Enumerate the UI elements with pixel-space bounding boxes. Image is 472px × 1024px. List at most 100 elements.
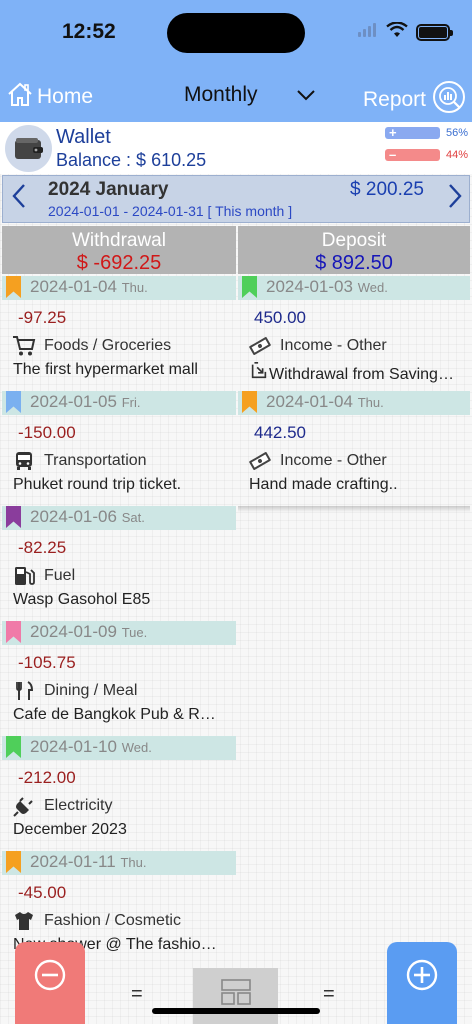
entry-category: Fashion / Cosmetic: [2, 907, 236, 934]
deposit-total: $ 892.50: [315, 252, 393, 274]
withdrawal-total: $ -692.25: [76, 252, 162, 274]
entry-category-label: Foods / Groceries: [44, 336, 172, 354]
entry-date: 2024-01-09 Tue.: [30, 622, 147, 642]
wallet-summary[interactable]: Wallet Balance : $ 610.25 + 56% – 44%: [0, 122, 472, 174]
transaction-entry[interactable]: 2024-01-09 Tue. -105.75 Dining / Meal Cafe …: [2, 621, 236, 734]
income-ratio: + 56%: [384, 125, 468, 140]
entry-date-value: 2024-01-06: [30, 507, 117, 526]
entry-day-of-week: Tue.: [121, 625, 148, 640]
cart-icon: [12, 335, 36, 357]
entry-date: 2024-01-11 Thu.: [30, 852, 146, 872]
entry-date: 2024-01-05 Fri.: [30, 392, 140, 412]
transaction-entry[interactable]: 2024-01-06 Sat. -82.25 Fuel Wasp Gasohol E8…: [2, 506, 236, 619]
entry-amount: -105.75: [18, 653, 76, 672]
layout-toggle-button[interactable]: [193, 968, 278, 1024]
entry-note-text: Phuket round trip ticket.: [13, 476, 182, 493]
withdrawal-title: Withdrawal: [72, 230, 166, 251]
bookmark-icon: [6, 851, 21, 873]
entry-note-text: December 2023: [13, 821, 127, 838]
list-end-shadow: [238, 506, 470, 512]
entry-date: 2024-01-04 Thu.: [266, 392, 384, 412]
month-title: 2024 January: [48, 179, 169, 200]
chevron-down-icon: [296, 83, 316, 107]
date-bar: 2024-01-05 Fri.: [2, 391, 236, 415]
month-total: $ 200.25: [350, 179, 424, 200]
income-ratio-bar: +: [384, 125, 440, 140]
expense-percent: 44%: [445, 149, 468, 161]
bookmark-icon: [6, 621, 21, 643]
add-deposit-button[interactable]: [387, 942, 457, 1024]
minus-circle-icon: [33, 958, 67, 1024]
fork-knife-icon: [12, 680, 36, 702]
shirt-icon: [12, 910, 36, 932]
entry-category-label: Dining / Meal: [44, 681, 138, 699]
entry-amount: -82.25: [18, 538, 67, 557]
entry-amount: -97.25: [18, 308, 67, 327]
entry-note-text: Cafe de Bangkok Pub & R…: [13, 706, 216, 723]
expense-ratio: – 44%: [384, 147, 468, 162]
entry-category: Foods / Groceries: [2, 332, 236, 359]
home-indicator: [152, 1008, 320, 1014]
transaction-entry[interactable]: 2024-01-03 Wed. 450.00 Income - Other Withd…: [238, 276, 470, 389]
entry-date-value: 2024-01-04: [30, 277, 117, 296]
report-button[interactable]: Report: [363, 80, 466, 120]
entry-date-value: 2024-01-09: [30, 622, 117, 641]
entry-note: Cafe de Bangkok Pub & R…: [2, 704, 236, 734]
entry-category-label: Fuel: [44, 566, 76, 584]
wallet-balance: Balance : $ 610.25: [56, 150, 207, 170]
entry-day-of-week: Wed.: [357, 280, 388, 295]
entry-note-text: The first hypermarket mall: [13, 361, 198, 378]
money-icon: [248, 335, 272, 357]
period-dropdown[interactable]: Monthly: [184, 83, 316, 107]
entry-day-of-week: Sat.: [121, 510, 145, 525]
plus-circle-icon: [405, 958, 439, 1024]
report-chart-icon: [432, 80, 466, 120]
transaction-entry[interactable]: 2024-01-04 Thu. -97.25 Foods / Groceries Th…: [2, 276, 236, 389]
home-icon: [6, 80, 34, 114]
entry-category-label: Electricity: [44, 796, 113, 814]
entry-date-value: 2024-01-10: [30, 737, 117, 756]
battery-icon: [416, 24, 453, 41]
separator-left: =: [131, 983, 143, 1005]
entry-category-label: Transportation: [44, 451, 147, 469]
entry-category: Income - Other: [238, 447, 470, 474]
entry-category: Electricity: [2, 792, 236, 819]
entry-day-of-week: Thu.: [120, 855, 147, 870]
bookmark-icon: [6, 736, 21, 758]
entry-category: Dining / Meal: [2, 677, 236, 704]
date-bar: 2024-01-09 Tue.: [2, 621, 236, 645]
next-month-button[interactable]: [447, 183, 463, 216]
report-label: Report: [362, 88, 426, 111]
month-range[interactable]: 2024-01-01 - 2024-01-31 [ This month ]: [48, 203, 292, 219]
wallet-name: Wallet: [56, 126, 111, 148]
add-withdrawal-button[interactable]: [15, 942, 85, 1024]
entry-amount: 450.00: [254, 308, 306, 327]
money-icon: [248, 450, 272, 472]
date-bar: 2024-01-04 Thu.: [2, 276, 236, 300]
nav-bar: Home Monthly Report: [0, 76, 472, 122]
bus-icon: [12, 450, 36, 472]
entry-note: December 2023: [2, 819, 236, 849]
entry-note: The first hypermarket mall: [2, 359, 236, 389]
date-bar: 2024-01-04 Thu.: [238, 391, 470, 415]
bookmark-icon: [242, 276, 257, 298]
date-bar: 2024-01-06 Sat.: [2, 506, 236, 530]
transaction-entry[interactable]: 2024-01-04 Thu. 442.50 Income - Other Hand …: [238, 391, 470, 504]
entry-note: Hand made crafting..: [238, 474, 470, 504]
entry-amount: -212.00: [18, 768, 76, 787]
transaction-entry[interactable]: 2024-01-05 Fri. -150.00 Transportation Phuk…: [2, 391, 236, 504]
entry-note-text: Hand made crafting..: [249, 476, 398, 493]
previous-month-button[interactable]: [11, 183, 27, 216]
deposit-list: 2024-01-03 Wed. 450.00 Income - Other Withd…: [238, 276, 470, 504]
entry-date-value: 2024-01-05: [30, 392, 117, 411]
bookmark-icon: [6, 276, 21, 298]
status-time: 12:52: [62, 20, 116, 43]
home-button[interactable]: Home: [6, 80, 93, 114]
entry-category: Fuel: [2, 562, 236, 589]
entry-day-of-week: Wed.: [121, 740, 152, 755]
date-bar: 2024-01-10 Wed.: [2, 736, 236, 760]
transaction-entry[interactable]: 2024-01-10 Wed. -212.00 Electricity Decembe…: [2, 736, 236, 849]
date-bar: 2024-01-11 Thu.: [2, 851, 236, 875]
entry-category: Income - Other: [238, 332, 470, 359]
expense-ratio-bar: –: [384, 147, 440, 162]
